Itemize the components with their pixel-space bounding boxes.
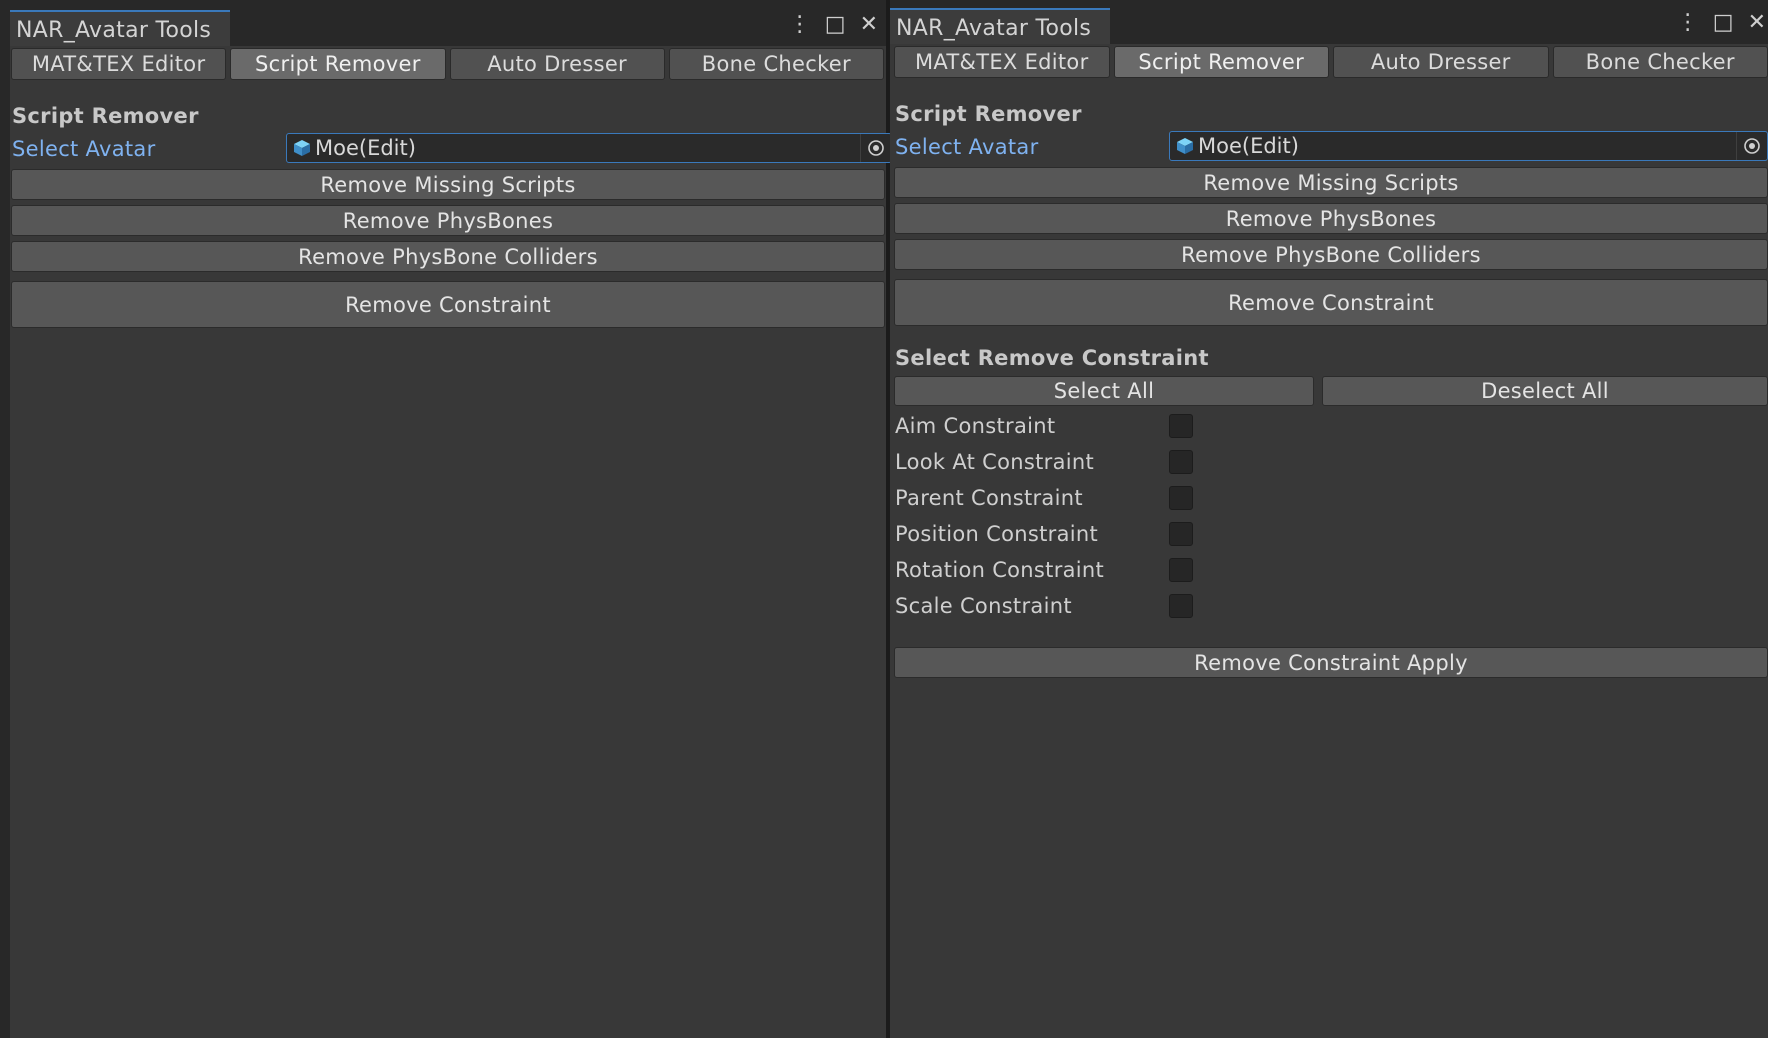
tool-tabs: MAT&TEX Editor Script Remover Auto Dress…	[893, 46, 1768, 80]
close-icon[interactable]: ✕	[860, 10, 878, 40]
position-constraint-checkbox[interactable]	[1169, 522, 1193, 546]
tab-auto-dresser[interactable]: Auto Dresser	[1333, 46, 1549, 78]
deselect-all-button[interactable]: Deselect All	[1322, 376, 1768, 406]
tab-bone-checker[interactable]: Bone Checker	[1552, 46, 1768, 78]
object-picker-icon[interactable]	[860, 134, 891, 162]
avatar-field-value: Moe(Edit)	[315, 136, 416, 160]
right-editor-window: NAR_Avatar Tools ⋮ □ ✕ MAT&TEX Editor Sc…	[890, 0, 1768, 1038]
position-constraint-label: Position Constraint	[895, 522, 1099, 546]
tab-script-remover[interactable]: Script Remover	[230, 48, 446, 80]
prefab-cube-icon	[293, 139, 311, 157]
parent-constraint-label: Parent Constraint	[895, 486, 1083, 510]
remove-physbones-button[interactable]: Remove PhysBones	[11, 205, 885, 236]
rotation-constraint-label: Rotation Constraint	[895, 558, 1105, 582]
scale-constraint-checkbox[interactable]	[1169, 594, 1193, 618]
tab-auto-dresser[interactable]: Auto Dresser	[449, 48, 665, 80]
select-all-button[interactable]: Select All	[894, 376, 1314, 406]
tab-bone-checker[interactable]: Bone Checker	[668, 48, 884, 80]
window-controls: ⋮ □ ✕	[1677, 8, 1766, 38]
remove-constraint-apply-button[interactable]: Remove Constraint Apply	[894, 647, 1768, 678]
remove-physbone-colliders-button[interactable]: Remove PhysBone Colliders	[894, 239, 1768, 270]
look-at-constraint-label: Look At Constraint	[895, 450, 1095, 474]
aim-constraint-label: Aim Constraint	[895, 414, 1056, 438]
menu-icon[interactable]: ⋮	[1677, 8, 1699, 38]
remove-missing-scripts-button[interactable]: Remove Missing Scripts	[894, 167, 1768, 198]
window-titlebar: NAR_Avatar Tools ⋮ □ ✕	[890, 0, 1768, 44]
select-avatar-label: Select Avatar	[12, 137, 156, 161]
object-picker-icon[interactable]	[1736, 132, 1767, 160]
avatar-object-field[interactable]: Moe(Edit)	[1169, 131, 1768, 161]
avatar-field-value: Moe(Edit)	[1198, 134, 1299, 158]
select-avatar-label: Select Avatar	[895, 135, 1039, 159]
rotation-constraint-checkbox[interactable]	[1169, 558, 1193, 582]
tab-mat-tex-editor[interactable]: MAT&TEX Editor	[11, 48, 227, 80]
tab-script-remover[interactable]: Script Remover	[1113, 46, 1329, 78]
section-title: Script Remover	[12, 104, 199, 128]
remove-constraint-button[interactable]: Remove Constraint	[894, 279, 1768, 326]
remove-missing-scripts-button[interactable]: Remove Missing Scripts	[11, 169, 885, 200]
remove-physbone-colliders-button[interactable]: Remove PhysBone Colliders	[11, 241, 885, 272]
tool-tabs: MAT&TEX Editor Script Remover Auto Dress…	[10, 48, 884, 82]
section-title: Script Remover	[895, 102, 1082, 126]
constraint-section-title: Select Remove Constraint	[895, 346, 1209, 370]
remove-physbones-button[interactable]: Remove PhysBones	[894, 203, 1768, 234]
window-controls: ⋮ □ ✕	[789, 10, 878, 40]
prefab-cube-icon	[1176, 137, 1194, 155]
parent-constraint-checkbox[interactable]	[1169, 486, 1193, 510]
close-icon[interactable]: ✕	[1748, 8, 1766, 38]
maximize-icon[interactable]: □	[825, 10, 846, 40]
scale-constraint-label: Scale Constraint	[895, 594, 1072, 618]
menu-icon[interactable]: ⋮	[789, 10, 811, 40]
remove-constraint-button[interactable]: Remove Constraint	[11, 281, 885, 328]
avatar-object-field[interactable]: Moe(Edit)	[286, 133, 892, 163]
aim-constraint-checkbox[interactable]	[1169, 414, 1193, 438]
window-titlebar: NAR_Avatar Tools ⋮ □ ✕	[10, 0, 886, 46]
maximize-icon[interactable]: □	[1713, 8, 1734, 38]
window-tab[interactable]: NAR_Avatar Tools	[890, 8, 1110, 44]
left-editor-window: NAR_Avatar Tools ⋮ □ ✕ MAT&TEX Editor Sc…	[0, 0, 892, 1038]
look-at-constraint-checkbox[interactable]	[1169, 450, 1193, 474]
tab-mat-tex-editor[interactable]: MAT&TEX Editor	[894, 46, 1110, 78]
window-tab[interactable]: NAR_Avatar Tools	[10, 10, 230, 46]
